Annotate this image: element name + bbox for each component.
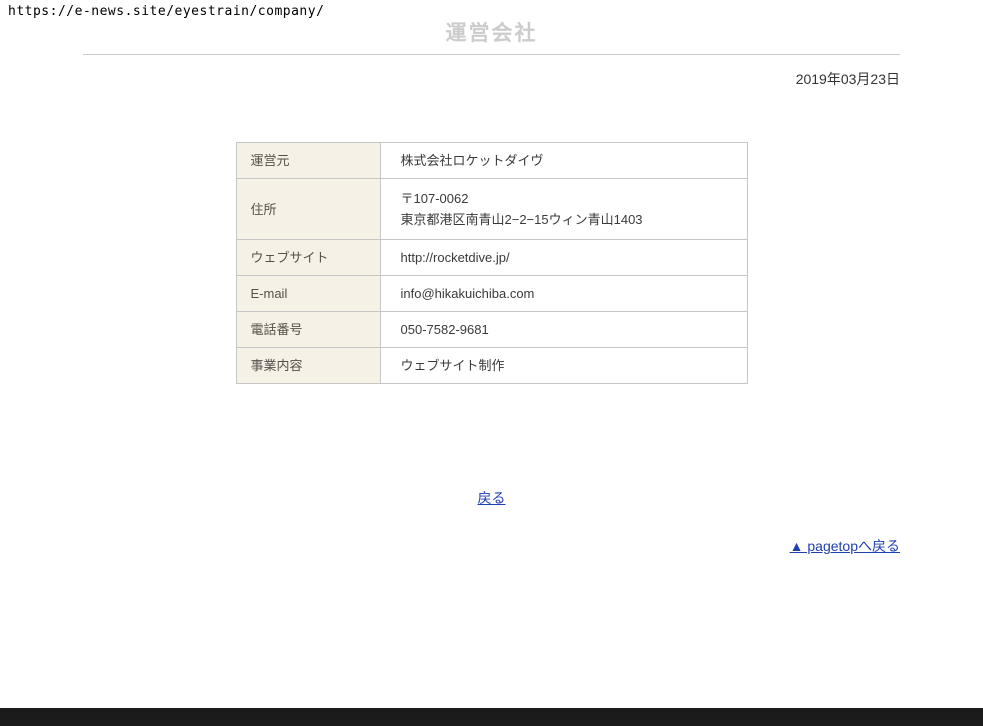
row-value: info@hikakuichiba.com [380, 276, 747, 312]
pagetop-link-wrap: ▲ pagetopへ戻る [83, 536, 900, 556]
company-info-table: 運営元 株式会社ロケットダイヴ 住所 〒107-0062 東京都港区南青山2−2… [236, 142, 748, 384]
table-row-business: 事業内容 ウェブサイト制作 [236, 348, 747, 384]
row-label: 事業内容 [236, 348, 380, 384]
row-label: ウェブサイト [236, 240, 380, 276]
back-link[interactable]: 戻る [478, 490, 506, 506]
row-value: http://rocketdive.jp/ [380, 240, 747, 276]
footer-bar [0, 708, 983, 726]
row-label: 住所 [236, 179, 380, 240]
table-row-website: ウェブサイト http://rocketdive.jp/ [236, 240, 747, 276]
table-row-address: 住所 〒107-0062 東京都港区南青山2−2−15ウィン青山1403 [236, 179, 747, 240]
row-label: 電話番号 [236, 312, 380, 348]
page-date: 2019年03月23日 [83, 71, 900, 87]
row-value: 〒107-0062 東京都港区南青山2−2−15ウィン青山1403 [380, 179, 747, 240]
back-link-wrap: 戻る [83, 488, 900, 508]
row-label: E-mail [236, 276, 380, 312]
row-label: 運営元 [236, 143, 380, 179]
page-title: 運営会社 [83, 21, 900, 55]
row-value: 050-7582-9681 [380, 312, 747, 348]
table-row-operator: 運営元 株式会社ロケットダイヴ [236, 143, 747, 179]
pagetop-link[interactable]: ▲ pagetopへ戻る [790, 538, 900, 554]
address-line-postal: 〒107-0062 [401, 188, 739, 209]
table-row-phone: 電話番号 050-7582-9681 [236, 312, 747, 348]
table-row-email: E-mail info@hikakuichiba.com [236, 276, 747, 312]
row-value: ウェブサイト制作 [380, 348, 747, 384]
main-container: 運営会社 2019年03月23日 運営元 株式会社ロケットダイヴ 住所 〒107… [83, 0, 900, 556]
address-line-street: 東京都港区南青山2−2−15ウィン青山1403 [401, 209, 739, 230]
row-value: 株式会社ロケットダイヴ [380, 143, 747, 179]
